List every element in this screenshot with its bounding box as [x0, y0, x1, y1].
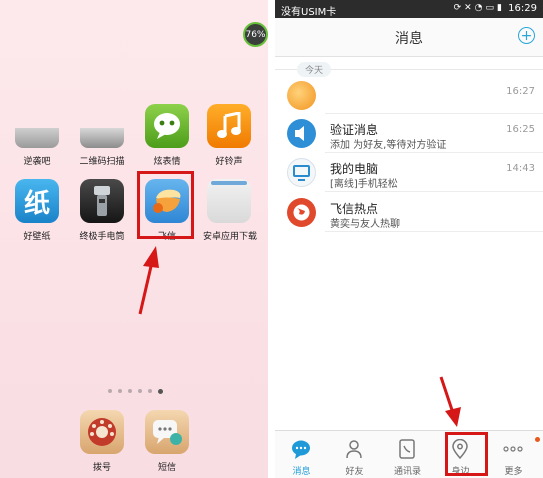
- music-note-icon: [217, 112, 241, 138]
- tab-friends[interactable]: 好友: [328, 431, 381, 478]
- app-label-appdownload: 安卓应用下载: [202, 232, 257, 242]
- app-icon-emoji[interactable]: [145, 104, 189, 148]
- computer-avatar-icon: [287, 158, 316, 187]
- message-row[interactable]: 飞信热点 黄奕与友人热聊: [275, 195, 543, 230]
- tab-label: 消息: [292, 467, 311, 477]
- app-icon-dialer[interactable]: [80, 410, 124, 454]
- speaker-avatar-icon: [287, 119, 316, 148]
- message-preview: [离线]手机轻松: [330, 179, 398, 190]
- app-label-flashlight: 终极手电筒: [79, 232, 125, 242]
- carrier-text: 没有USIM卡: [281, 7, 337, 18]
- home-screen: 76% 逆袭吧 二维码扫描 炫表情 好铃声 纸 好壁纸 终极手电筒 飞信 安卓应…: [0, 0, 268, 478]
- sync-icon: ⟳: [453, 3, 465, 13]
- app-label-sms: 短信: [157, 463, 176, 473]
- app-label-ringtone: 好铃声: [215, 157, 243, 167]
- message-header: 消息 +: [275, 18, 543, 57]
- page-title: 消息: [395, 31, 423, 47]
- nearby-highlight-box: [445, 432, 488, 476]
- message-row[interactable]: 我的电脑 [离线]手机轻松 14:43: [275, 155, 543, 190]
- add-icon[interactable]: +: [518, 27, 535, 44]
- phone-book-icon: [399, 439, 415, 459]
- person-icon: [346, 440, 362, 459]
- tab-label: 好友: [345, 467, 364, 477]
- page-dot: [128, 389, 132, 393]
- battery-indicator: 76%: [243, 22, 268, 47]
- tab-more[interactable]: 更多: [487, 431, 540, 478]
- app-icon-nixiba[interactable]: [15, 128, 59, 148]
- battery-icon: ▭: [485, 3, 498, 13]
- fetion-avatar-icon: [287, 81, 316, 110]
- wallpaper-glyph-icon: 纸: [23, 188, 50, 219]
- page-dot: [108, 389, 112, 393]
- mute-icon: ✕: [464, 3, 475, 13]
- chat-bubble-icon: [154, 113, 180, 139]
- message-time: 16:27: [506, 86, 535, 97]
- app-store-icon: [211, 181, 247, 185]
- speaker-icon: [295, 126, 304, 141]
- screen-divider: [268, 0, 275, 478]
- message-time: 16:25: [506, 124, 535, 135]
- status-icons: ⟳✕◔▭▮: [454, 3, 505, 13]
- date-badge: 今天: [297, 62, 332, 77]
- more-dots-icon: [503, 446, 523, 452]
- message-row[interactable]: 16:27: [275, 78, 543, 112]
- clock: 16:29: [508, 3, 537, 14]
- tab-bar: 消息 好友 通讯录 身边 更多: [275, 430, 543, 478]
- page-dot: [118, 389, 122, 393]
- row-divider: [325, 191, 543, 192]
- status-bar: 没有USIM卡 ⟳✕◔▭▮ 16:29: [275, 0, 543, 18]
- signal-icon: ▮: [497, 3, 505, 13]
- globe-icon: [293, 204, 310, 221]
- tab-contacts[interactable]: 通讯录: [381, 431, 434, 478]
- app-label-nixiba: 逆袭吧: [23, 157, 51, 167]
- app-icon-qr[interactable]: [80, 128, 124, 148]
- fetion-screen: 没有USIM卡 ⟳✕◔▭▮ 16:29 消息 + 今天 16:27 验证消息 添…: [275, 0, 543, 478]
- message-preview: 添加 为好友,等待对方验证: [330, 140, 447, 151]
- app-icon-appdownload[interactable]: [207, 179, 251, 223]
- tab-messages[interactable]: 消息: [275, 431, 328, 478]
- app-label-qr: 二维码扫描: [79, 157, 125, 167]
- row-divider: [325, 152, 543, 153]
- row-divider: [325, 231, 543, 232]
- sms-bubble-icon: [153, 420, 182, 445]
- message-row[interactable]: 验证消息 添加 为好友,等待对方验证 16:25: [275, 116, 543, 151]
- message-preview: 黄奕与友人热聊: [330, 219, 400, 230]
- fetion-highlight-box: [137, 171, 194, 239]
- app-icon-wallpaper[interactable]: 纸: [15, 179, 59, 223]
- page-dot: [148, 389, 152, 393]
- red-arrow-icon: [439, 376, 461, 427]
- globe-avatar-icon: [287, 198, 316, 227]
- app-label-wallpaper: 好壁纸: [23, 232, 51, 242]
- app-icon-ringtone[interactable]: [207, 104, 251, 148]
- red-arrow-icon: [138, 246, 159, 315]
- app-label-dialer: 拨号: [92, 463, 111, 473]
- notification-dot: [535, 437, 540, 442]
- page-dot: [138, 389, 142, 393]
- app-icon-sms[interactable]: [145, 410, 189, 454]
- app-icon-flashlight[interactable]: [80, 179, 124, 223]
- app-label-emoji: 炫表情: [153, 157, 181, 167]
- wifi-icon: ◔: [474, 3, 486, 13]
- tab-label: 更多: [504, 467, 523, 477]
- message-time: 14:43: [506, 163, 535, 174]
- rotary-phone-icon: [88, 418, 116, 446]
- message-bubble-icon: [292, 440, 310, 459]
- page-dot-active: [158, 389, 163, 394]
- tab-label: 通讯录: [393, 467, 421, 477]
- flashlight-icon: [94, 186, 110, 216]
- page-indicator: [108, 389, 163, 394]
- row-divider: [325, 113, 543, 114]
- monitor-icon: [293, 165, 310, 181]
